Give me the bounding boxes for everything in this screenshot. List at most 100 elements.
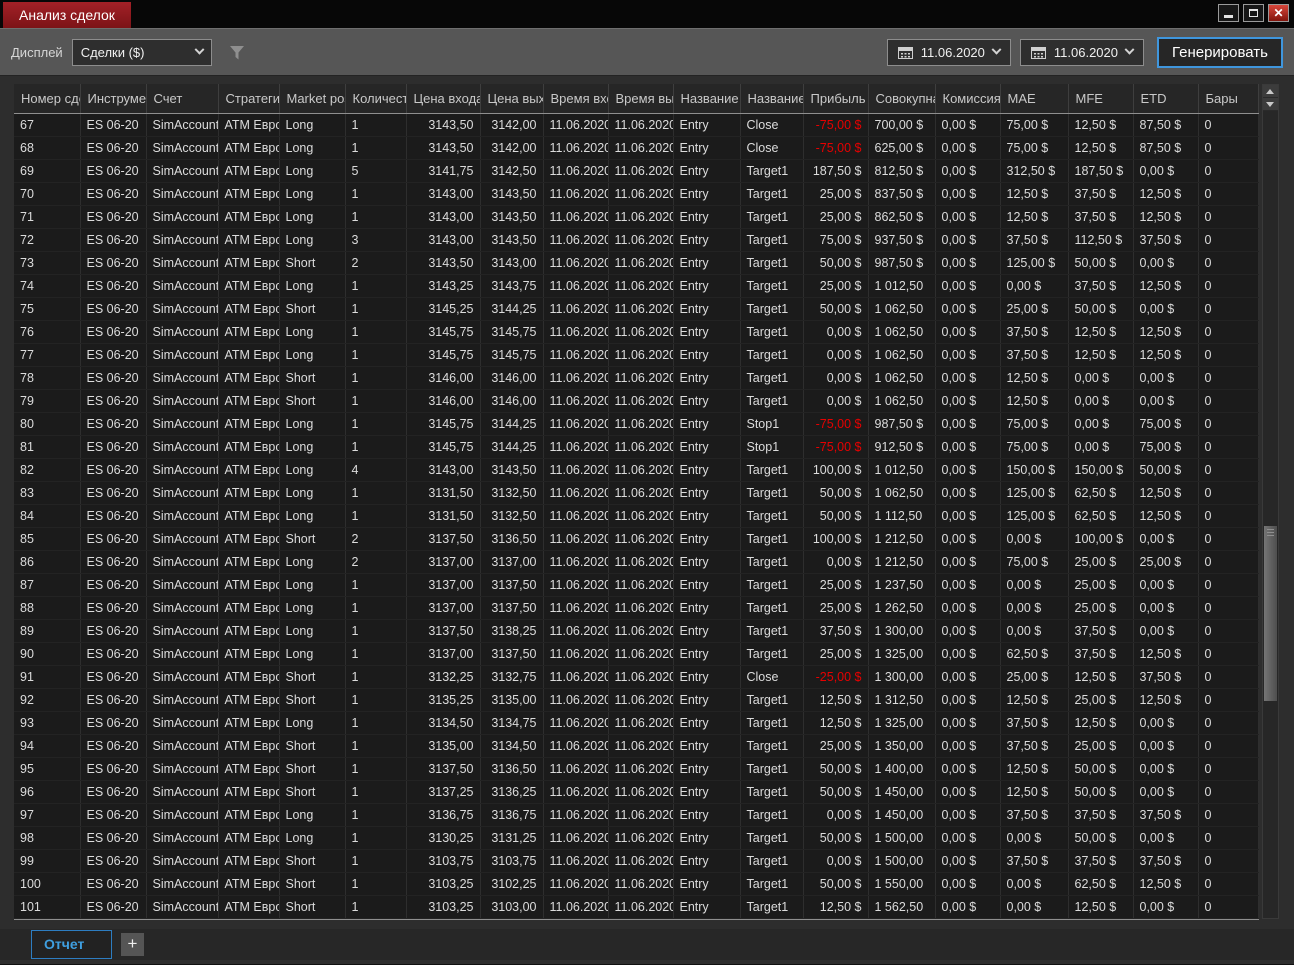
table-row[interactable]: 85 ES 06-20 SimAccount ATM Евро Short 2 3137,5… bbox=[14, 527, 1259, 551]
cell-profit: 187,50 $ bbox=[803, 159, 869, 183]
cell-bars: 0 bbox=[1198, 136, 1259, 160]
table-row[interactable]: 97 ES 06-20 SimAccount ATM Евро Long 1 3136,75… bbox=[14, 803, 1259, 827]
column-header-num[interactable]: Номер сделки bbox=[14, 84, 81, 114]
cell-commission: 0,00 $ bbox=[935, 527, 1001, 551]
cell-account: SimAccount bbox=[146, 320, 219, 344]
column-header-qty[interactable]: Количество bbox=[345, 84, 407, 114]
column-header-entry_name[interactable]: Название входа bbox=[673, 84, 741, 114]
cell-account: SimAccount bbox=[146, 136, 219, 160]
cell-entry_time: 11.06.2020 bbox=[543, 757, 609, 781]
table-row[interactable]: 67 ES 06-20 SimAccount ATM Евро Long 1 3143,50… bbox=[14, 113, 1259, 137]
cell-bars: 0 bbox=[1198, 527, 1259, 551]
close-button[interactable]: ✕ bbox=[1268, 4, 1289, 22]
column-header-commission[interactable]: Комиссия bbox=[935, 84, 1001, 114]
table-row[interactable]: 98 ES 06-20 SimAccount ATM Евро Long 1 3130,25… bbox=[14, 826, 1259, 850]
table-row[interactable]: 88 ES 06-20 SimAccount ATM Евро Long 1 3137,00… bbox=[14, 596, 1259, 620]
cell-profit: 50,00 $ bbox=[803, 297, 869, 321]
cell-entry_name: Entry bbox=[673, 389, 741, 413]
table-row[interactable]: 86 ES 06-20 SimAccount ATM Евро Long 2 3137,00… bbox=[14, 550, 1259, 574]
column-header-exit_time[interactable]: Время выхода bbox=[608, 84, 674, 114]
cell-commission: 0,00 $ bbox=[935, 113, 1001, 137]
display-select[interactable]: Сделки ($) bbox=[71, 38, 212, 66]
column-header-profit[interactable]: Прибыль bbox=[803, 84, 869, 114]
table-row[interactable]: 81 ES 06-20 SimAccount ATM Евро Long 1 3145,75… bbox=[14, 435, 1259, 459]
cell-commission: 0,00 $ bbox=[935, 182, 1001, 206]
date-to-picker[interactable]: 11.06.2020 bbox=[1019, 38, 1144, 66]
cell-etd: 12,50 $ bbox=[1133, 205, 1199, 229]
cell-instrument: ES 06-20 bbox=[80, 458, 147, 482]
scroll-down-button[interactable] bbox=[1262, 98, 1278, 111]
cell-commission: 0,00 $ bbox=[935, 412, 1001, 436]
cell-account: SimAccount bbox=[146, 872, 219, 896]
date-from-picker[interactable]: 11.06.2020 bbox=[886, 38, 1011, 66]
table-row[interactable]: 87 ES 06-20 SimAccount ATM Евро Long 1 3137,00… bbox=[14, 573, 1259, 597]
column-header-strategy[interactable]: Стратегия bbox=[218, 84, 280, 114]
cell-mfe: 50,00 $ bbox=[1068, 757, 1134, 781]
cell-position: Long bbox=[279, 435, 346, 459]
cell-exit_price: 3137,50 bbox=[480, 596, 544, 620]
table-row[interactable]: 95 ES 06-20 SimAccount ATM Евро Short 1 3137,5… bbox=[14, 757, 1259, 781]
table-row[interactable]: 91 ES 06-20 SimAccount ATM Евро Short 1 3132,2… bbox=[14, 665, 1259, 689]
cell-exit_name: Target1 bbox=[740, 274, 804, 298]
column-header-account[interactable]: Счет bbox=[146, 84, 219, 114]
scroll-up-button[interactable] bbox=[1262, 85, 1278, 98]
column-header-bars[interactable]: Бары bbox=[1198, 84, 1259, 114]
table-row[interactable]: 68 ES 06-20 SimAccount ATM Евро Long 1 3143,50… bbox=[14, 136, 1259, 160]
cell-mfe: 25,00 $ bbox=[1068, 596, 1134, 620]
table-row[interactable]: 79 ES 06-20 SimAccount ATM Евро Short 1 3146,0… bbox=[14, 389, 1259, 413]
cell-etd: 0,00 $ bbox=[1133, 389, 1199, 413]
table-row[interactable]: 89 ES 06-20 SimAccount ATM Евро Long 1 3137,50… bbox=[14, 619, 1259, 643]
table-row[interactable]: 99 ES 06-20 SimAccount ATM Евро Short 1 3103,7… bbox=[14, 849, 1259, 873]
add-tab-button[interactable]: + bbox=[121, 932, 144, 956]
column-header-instrument[interactable]: Инструмент bbox=[80, 84, 147, 114]
cell-qty: 1 bbox=[345, 573, 407, 597]
table-row[interactable]: 82 ES 06-20 SimAccount ATM Евро Long 4 3143,00… bbox=[14, 458, 1259, 482]
tab-report[interactable]: Отчет bbox=[31, 929, 112, 959]
table-row[interactable]: 84 ES 06-20 SimAccount ATM Евро Long 1 3131,50… bbox=[14, 504, 1259, 528]
column-header-exit_name[interactable]: Название выхода bbox=[740, 84, 804, 114]
cell-qty: 1 bbox=[345, 895, 407, 919]
filter-button[interactable] bbox=[225, 40, 249, 64]
column-header-entry_price[interactable]: Цена входа bbox=[406, 84, 481, 114]
cell-qty: 2 bbox=[345, 550, 407, 574]
table-row[interactable]: 78 ES 06-20 SimAccount ATM Евро Short 1 3146,0… bbox=[14, 366, 1259, 390]
table-row[interactable]: 90 ES 06-20 SimAccount ATM Евро Long 1 3137,00… bbox=[14, 642, 1259, 666]
table-row[interactable]: 70 ES 06-20 SimAccount ATM Евро Long 1 3143,00… bbox=[14, 182, 1259, 206]
table-row[interactable]: 92 ES 06-20 SimAccount ATM Евро Short 1 3135,2… bbox=[14, 688, 1259, 712]
maximize-button[interactable] bbox=[1243, 4, 1264, 22]
column-header-cum_profit[interactable]: Совокупная прибыль bbox=[868, 84, 936, 114]
table-row[interactable]: 75 ES 06-20 SimAccount ATM Евро Short 1 3145,2… bbox=[14, 297, 1259, 321]
table-row[interactable]: 101 ES 06-20 SimAccount ATM Евро Short 1 3103,… bbox=[14, 895, 1259, 919]
table-row[interactable]: 80 ES 06-20 SimAccount ATM Евро Long 1 3145,75… bbox=[14, 412, 1259, 436]
table-row[interactable]: 74 ES 06-20 SimAccount ATM Евро Long 1 3143,25… bbox=[14, 274, 1259, 298]
cell-entry_price: 3146,00 bbox=[406, 389, 481, 413]
table-row[interactable]: 94 ES 06-20 SimAccount ATM Евро Short 1 3135,0… bbox=[14, 734, 1259, 758]
cell-entry_price: 3143,50 bbox=[406, 136, 481, 160]
scrollbar-thumb[interactable] bbox=[1263, 526, 1277, 702]
table-row[interactable]: 100 ES 06-20 SimAccount ATM Евро Short 1 3103,… bbox=[14, 872, 1259, 896]
column-header-entry_time[interactable]: Время входа bbox=[543, 84, 609, 114]
table-row[interactable]: 73 ES 06-20 SimAccount ATM Евро Short 2 3143,5… bbox=[14, 251, 1259, 275]
minimize-button[interactable] bbox=[1218, 4, 1239, 22]
column-header-exit_price[interactable]: Цена выхода bbox=[480, 84, 544, 114]
cell-entry_name: Entry bbox=[673, 136, 741, 160]
table-row[interactable]: 76 ES 06-20 SimAccount ATM Евро Long 1 3145,75… bbox=[14, 320, 1259, 344]
table-row[interactable]: 96 ES 06-20 SimAccount ATM Евро Short 1 3137,2… bbox=[14, 780, 1259, 804]
table-row[interactable]: 93 ES 06-20 SimAccount ATM Евро Long 1 3134,50… bbox=[14, 711, 1259, 735]
table-row[interactable]: 83 ES 06-20 SimAccount ATM Евро Long 1 3131,50… bbox=[14, 481, 1259, 505]
window-title: Анализ сделок bbox=[3, 2, 131, 28]
table-row[interactable]: 77 ES 06-20 SimAccount ATM Евро Long 1 3145,75… bbox=[14, 343, 1259, 367]
cell-entry_time: 11.06.2020 bbox=[543, 849, 609, 873]
column-header-mae[interactable]: MAE bbox=[1000, 84, 1069, 114]
generate-button[interactable]: Генерировать bbox=[1157, 36, 1283, 68]
column-header-etd[interactable]: ETD bbox=[1133, 84, 1199, 114]
cell-mfe: 37,50 $ bbox=[1068, 182, 1134, 206]
column-header-position[interactable]: Market position bbox=[279, 84, 346, 114]
cell-profit: 100,00 $ bbox=[803, 458, 869, 482]
vertical-scrollbar[interactable] bbox=[1261, 84, 1279, 919]
cell-entry_price: 3137,00 bbox=[406, 642, 481, 666]
table-row[interactable]: 71 ES 06-20 SimAccount ATM Евро Long 1 3143,00… bbox=[14, 205, 1259, 229]
table-row[interactable]: 69 ES 06-20 SimAccount ATM Евро Long 5 3141,75… bbox=[14, 159, 1259, 183]
table-row[interactable]: 72 ES 06-20 SimAccount ATM Евро Long 3 3143,00… bbox=[14, 228, 1259, 252]
column-header-mfe[interactable]: MFE bbox=[1068, 84, 1134, 114]
